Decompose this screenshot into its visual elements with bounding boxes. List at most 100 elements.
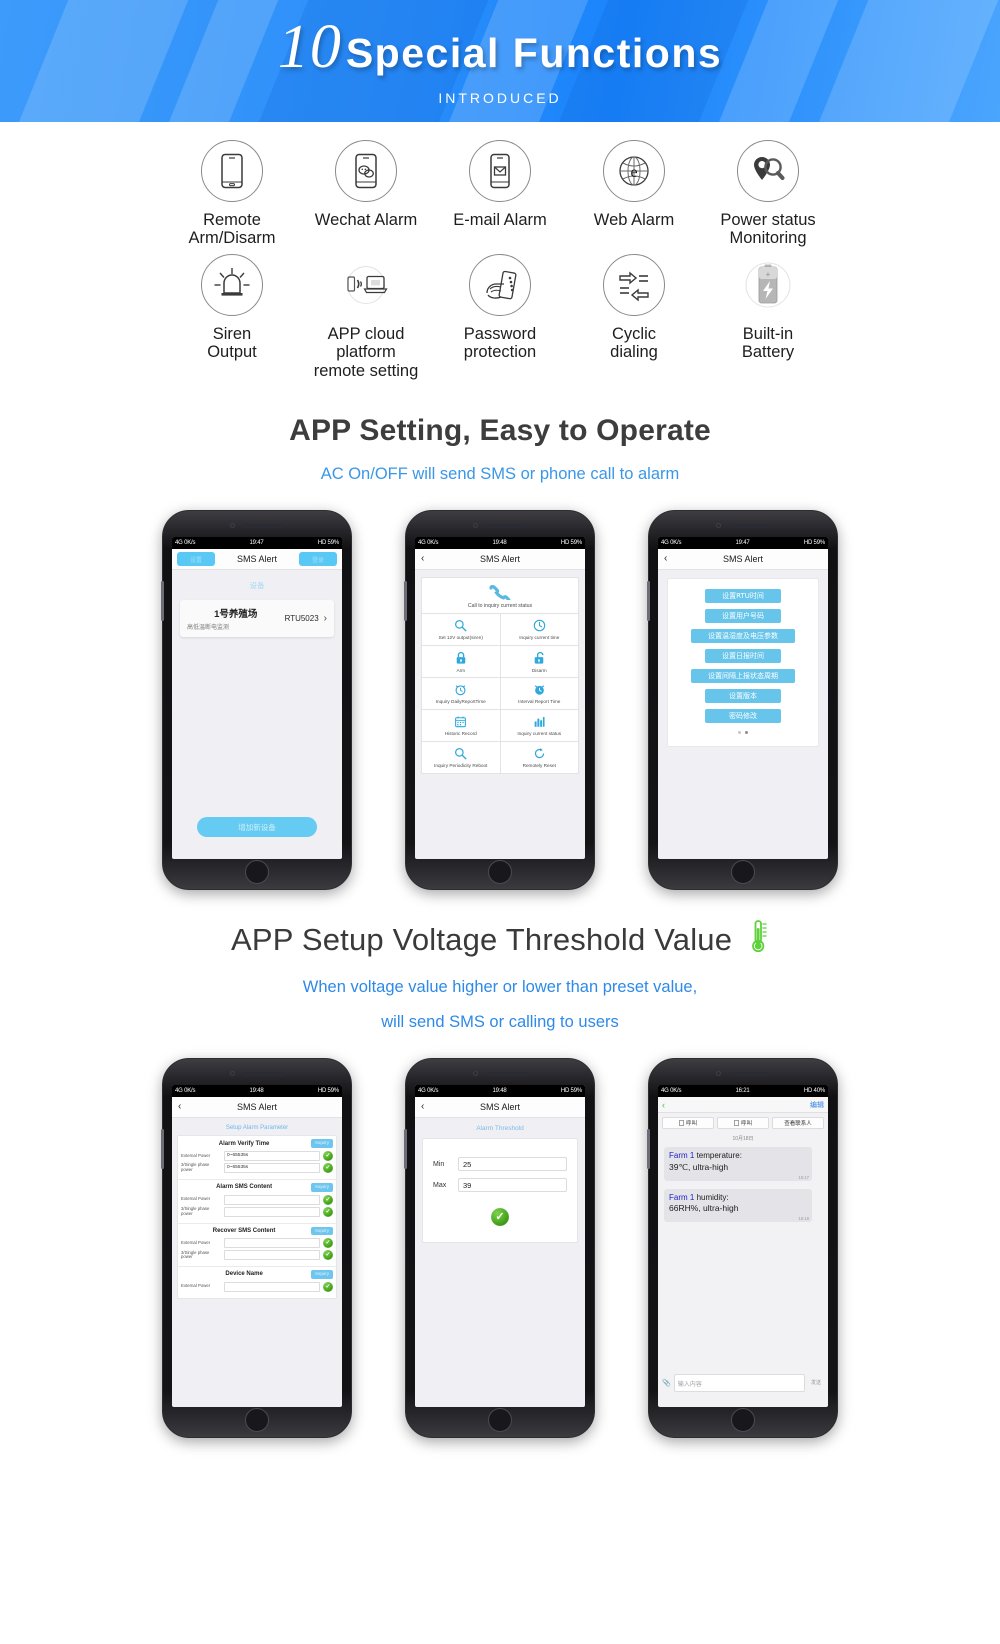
- setting-button-user-number[interactable]: 设置用户号码: [705, 609, 781, 624]
- home-button[interactable]: [488, 1408, 512, 1433]
- group-title: Alarm Verify Time: [218, 1140, 270, 1147]
- green-check-icon[interactable]: ✓: [323, 1238, 333, 1249]
- settings-button[interactable]: 设置: [177, 552, 215, 567]
- row-input[interactable]: [224, 1194, 320, 1205]
- grid-item-inquiry-periodicity-reboot[interactable]: Inquiry Periodicity Reboot: [422, 742, 500, 773]
- front-camera-icon: [472, 1071, 478, 1077]
- alarm-parameter-form: Alarm Verify Time Inquiry External Power…: [177, 1135, 337, 1299]
- row-input[interactable]: [224, 1238, 320, 1249]
- grid-item-inquiry-current-status[interactable]: Inquiry current status: [499, 710, 579, 742]
- thermometer-icon: [749, 920, 769, 962]
- send-button[interactable]: 发送: [808, 1380, 824, 1387]
- status-right: HD 59%: [560, 540, 582, 547]
- row-input[interactable]: [224, 1250, 320, 1261]
- grid-item-historic-record[interactable]: Historic Record: [422, 710, 500, 741]
- row-input[interactable]: 0~65535s: [224, 1150, 320, 1161]
- message-line-2: 39℃, ultra-high: [669, 1162, 729, 1173]
- status-left: 4G 0K/s: [418, 1088, 439, 1095]
- feature-label: E-mail Alarm: [453, 211, 547, 229]
- back-chevron-icon[interactable]: ‹: [662, 1100, 665, 1110]
- min-input[interactable]: 25: [458, 1157, 567, 1172]
- status-right: HD 59%: [317, 1088, 339, 1095]
- home-button[interactable]: [488, 860, 512, 885]
- max-label: Max: [433, 1181, 447, 1189]
- inquiry-button[interactable]: Inquiry: [311, 1226, 333, 1236]
- earpiece-grill: [485, 523, 528, 528]
- max-input[interactable]: 39: [458, 1178, 567, 1193]
- page-dot-active[interactable]: [745, 731, 748, 735]
- phone-device-3: 4G 0K/s 19:47 HD 59% ‹ SMS Alert 设置RTU时间…: [647, 510, 838, 891]
- back-chevron-icon[interactable]: ‹: [178, 1102, 181, 1112]
- setting-button-password-change[interactable]: 密码修改: [705, 709, 781, 724]
- app-title: SMS Alert: [236, 554, 277, 565]
- setting-button-version[interactable]: 设置版本: [705, 689, 781, 704]
- home-button[interactable]: [245, 860, 269, 885]
- row-label: 3/Single phase power: [181, 1162, 210, 1172]
- setting-button-interval-status-report[interactable]: 设置间隔上报状态周期: [691, 669, 795, 684]
- inquiry-button[interactable]: Inquiry: [311, 1182, 333, 1192]
- view-contact-button[interactable]: 查看联系人: [772, 1117, 824, 1130]
- location-search-icon: [737, 140, 799, 202]
- grid-item-disarm[interactable]: Disarm: [499, 646, 579, 678]
- row-label: 3/Single phase power: [181, 1249, 210, 1260]
- magnifier-icon: [455, 748, 467, 760]
- add-device-button[interactable]: 增加新设备: [197, 817, 317, 838]
- green-check-icon[interactable]: ✓: [323, 1281, 333, 1292]
- row-input[interactable]: [224, 1206, 320, 1217]
- setting-button-rtu-time[interactable]: 设置RTU时间: [705, 589, 781, 604]
- form-group-recover-sms-content: Recover SMS Content Inquiry External Pow…: [178, 1224, 336, 1268]
- sim-card-icon: [679, 1120, 684, 1127]
- row-input[interactable]: [224, 1281, 320, 1292]
- green-check-icon[interactable]: ✓: [323, 1194, 333, 1205]
- home-button[interactable]: [731, 1408, 755, 1433]
- feature-label: Web Alarm: [593, 211, 675, 229]
- green-check-icon[interactable]: ✓: [323, 1206, 333, 1217]
- feature-siren-output: Siren Output: [165, 253, 299, 380]
- back-chevron-icon[interactable]: ‹: [421, 554, 424, 564]
- back-chevron-icon[interactable]: ‹: [664, 554, 667, 564]
- earpiece-grill: [242, 523, 285, 528]
- hand-password-phone-icon: [469, 253, 531, 316]
- grid-item-arm[interactable]: Arm: [422, 646, 500, 677]
- green-check-icon[interactable]: ✓: [323, 1150, 333, 1161]
- green-check-icon[interactable]: ✓: [491, 1208, 509, 1227]
- device-list-item[interactable]: 1号养殖场 高低温断电监测 RTU5023 ›: [180, 600, 334, 638]
- home-button[interactable]: [731, 860, 755, 885]
- login-button[interactable]: 登录: [299, 552, 337, 567]
- status-bar: 4G 0K/s 19:48 HD 59%: [415, 1085, 585, 1098]
- section2-subtitle-line2: will send SMS or calling to users: [381, 1013, 619, 1032]
- row-label: External Power: [181, 1196, 211, 1202]
- setting-button-daily-report-time[interactable]: 设置日报时间: [705, 649, 781, 664]
- alarm-threshold-form: Min 25 Max 39 ✓: [422, 1138, 578, 1244]
- form-title: Alarm Threshold: [476, 1125, 524, 1133]
- page-dot[interactable]: [738, 731, 741, 735]
- green-check-icon[interactable]: ✓: [323, 1250, 333, 1261]
- grid-item-interval-report-time[interactable]: Interval Report Time: [499, 678, 579, 710]
- grid-item-inquiry-daily-report-time[interactable]: Inquiry DailyReportTime: [422, 678, 500, 709]
- inquiry-button[interactable]: Inquiry: [311, 1139, 333, 1148]
- status-time: 19:48: [492, 540, 507, 547]
- edit-button[interactable]: 编辑: [810, 1100, 824, 1110]
- app-title: SMS Alert: [479, 1102, 520, 1113]
- inquiry-button[interactable]: Inquiry: [311, 1270, 333, 1279]
- grid-item-inquiry-current-time[interactable]: Inquiry current time: [499, 614, 579, 646]
- phone4-screen: 4G 0K/s 19:48 HD 59% ‹ SMS Alert Setup A…: [172, 1085, 342, 1408]
- grid-item-remotely-reset[interactable]: Remotely Reset: [499, 742, 579, 774]
- call-button-1[interactable]: 呼叫: [662, 1117, 714, 1130]
- feature-grid: Remote Arm/Disarm Wechat Alarm E-mail Al…: [0, 122, 1000, 384]
- row-input[interactable]: 0~65535s: [224, 1162, 320, 1173]
- back-chevron-icon[interactable]: ‹: [421, 1102, 424, 1112]
- grid-row: Historic Record Inquiry current status: [422, 710, 579, 743]
- grid-item-set-12v-output[interactable]: Set 12V output(siren): [422, 614, 500, 645]
- setting-button-temp-humidity-voltage[interactable]: 设置温湿度及电压参数: [691, 629, 795, 644]
- bar-chart-icon: [534, 717, 545, 728]
- message-timestamp: 16:17: [798, 1174, 809, 1180]
- message-text: humidity:: [694, 1192, 729, 1202]
- grid-item-call-status[interactable]: Call to inquiry current status: [422, 578, 578, 615]
- green-check-icon[interactable]: ✓: [323, 1162, 333, 1173]
- home-button[interactable]: [245, 1408, 269, 1433]
- status-bar: 4G 0K/s 19:47 HD 59%: [172, 537, 342, 550]
- attachment-clip-icon[interactable]: 📎: [662, 1379, 671, 1387]
- message-input[interactable]: 输入内容: [673, 1374, 805, 1393]
- call-button-2[interactable]: 呼叫: [717, 1117, 769, 1130]
